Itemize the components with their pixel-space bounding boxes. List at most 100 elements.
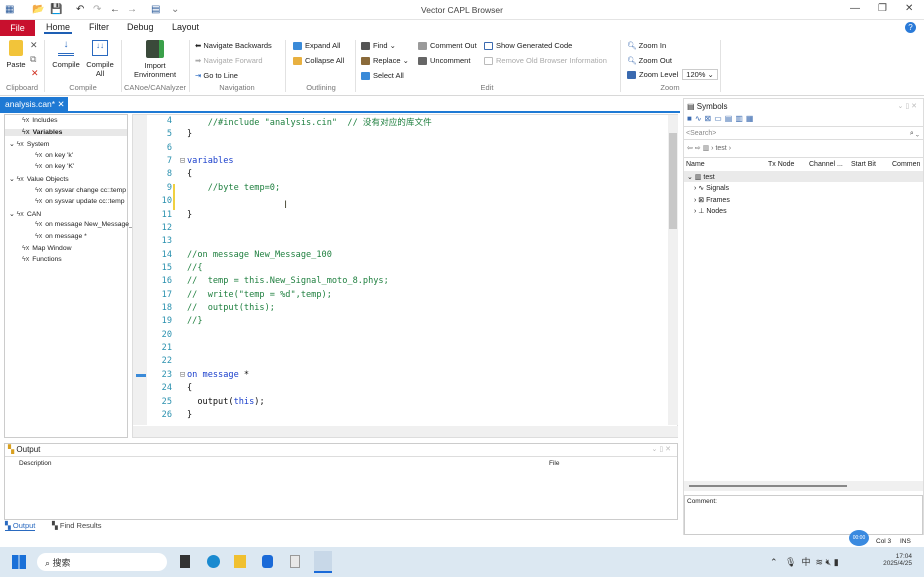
remove-old-info-button[interactable]: Remove Old Browser Information: [484, 56, 607, 66]
code-line: }: [187, 410, 192, 420]
column-description[interactable]: Description: [19, 460, 52, 467]
column-start-bit[interactable]: Start Bit: [851, 161, 876, 168]
show-generated-code-button[interactable]: Show Generated Code: [484, 41, 572, 51]
tree-signals[interactable]: › ∿ Signals: [694, 184, 729, 192]
column-file[interactable]: File: [549, 460, 559, 467]
edge-icon[interactable]: [207, 555, 220, 568]
group-navigation: Navigation: [219, 83, 255, 92]
outline-item[interactable]: ϟx Map Window: [22, 245, 72, 252]
paste-button[interactable]: Paste: [5, 40, 27, 69]
tree-nodes[interactable]: › ⊥ Nodes: [694, 207, 727, 215]
clock[interactable]: 17:04 2025/4/25: [883, 553, 912, 567]
expand-all-button[interactable]: Expand All: [293, 41, 340, 51]
symbols-h-scrollbar[interactable]: [684, 481, 923, 491]
expander-icon[interactable]: ⌄: [9, 176, 17, 183]
document-tab[interactable]: analysis.can* ✕: [0, 97, 68, 113]
import-environment-button[interactable]: Import Environment: [128, 40, 182, 79]
explorer-icon[interactable]: [234, 555, 246, 568]
navigate-forward-button[interactable]: ➡ Navigate Forward: [195, 56, 263, 65]
task-view-icon[interactable]: [180, 555, 190, 568]
tab-filter[interactable]: Filter: [87, 22, 111, 32]
find-results-tab[interactable]: ▚ Find Results: [52, 521, 102, 530]
taskbar-search[interactable]: ⌕ 搜索: [37, 553, 167, 571]
zoom-level-icon: [627, 71, 636, 80]
output-tab[interactable]: ▚ Output: [5, 521, 36, 531]
outline-item[interactable]: ⌄ ϟx System: [9, 140, 49, 148]
comment-out-button[interactable]: Comment Out: [418, 41, 477, 51]
replace-button[interactable]: Replace ⌄: [361, 56, 409, 66]
outline-item-label: System: [26, 141, 50, 149]
symbols-search-input[interactable]: <Search> ⌕ ⌄: [684, 126, 923, 140]
go-to-line-button[interactable]: ⇥ Go to Line: [195, 71, 238, 80]
group-edit: Edit: [480, 83, 494, 92]
zoom-level-select[interactable]: 120% ⌄: [682, 69, 718, 80]
code-token: variables: [187, 156, 234, 167]
column-comment[interactable]: Commen: [892, 161, 920, 168]
function-icon: ϟx: [16, 176, 24, 183]
help-icon[interactable]: ?: [905, 22, 916, 33]
outline-item-label: on key 'k': [45, 151, 74, 159]
window-title: Vector CAPL Browser: [421, 5, 503, 15]
find-button[interactable]: Find ⌄: [361, 41, 396, 51]
function-icon: ϟx: [22, 117, 30, 124]
code-line: // output(this);: [187, 303, 275, 313]
collapse-all-button[interactable]: Collapse All: [293, 56, 344, 66]
binoculars-icon[interactable]: ⌕ ⌄: [910, 130, 919, 138]
tab-home[interactable]: Home: [44, 22, 73, 34]
delete-icon[interactable]: ✕: [31, 68, 39, 79]
fold-icon[interactable]: ⊟: [177, 156, 185, 166]
capl-browser-taskbar-icon[interactable]: [314, 551, 332, 573]
file-menu[interactable]: File: [0, 20, 35, 36]
compile-all-button[interactable]: ↓↓ Compile All: [84, 40, 116, 78]
horizontal-scrollbar[interactable]: [133, 426, 678, 437]
scroll-thumb[interactable]: [669, 133, 677, 229]
tray-icons[interactable]: ⌃ 🎙︎ 中 ≋ 🔇︎ ▮: [770, 555, 839, 568]
outline-item[interactable]: ϟx on message *: [35, 233, 87, 240]
column-name[interactable]: Name: [686, 161, 705, 168]
outline-item[interactable]: ϟx on sysvar change cc::temp: [35, 187, 126, 194]
symbols-toolbar[interactable]: ■∿⊠▭▤▥▦: [687, 114, 756, 123]
select-all-button[interactable]: Select All: [361, 71, 404, 81]
output-panel-controls[interactable]: ⌄ ▯ ✕: [652, 445, 671, 453]
restore-button[interactable]: ❐: [878, 3, 887, 14]
start-icon[interactable]: [12, 555, 26, 569]
outline-item[interactable]: ϟx on sysvar update cc::temp: [35, 198, 125, 205]
cut-icon[interactable]: ✕: [30, 40, 38, 51]
zoom-in-icon: 🔍︎: [627, 41, 639, 50]
tree-frames[interactable]: › ⊠ Frames: [694, 196, 730, 204]
outline-item[interactable]: ϟx on key 'K': [35, 163, 74, 170]
panel-controls[interactable]: ⌄ ▯ ✕: [898, 102, 917, 110]
outline-item[interactable]: ⌄ ϟx Value Objects: [9, 175, 69, 183]
comment-box[interactable]: Comment:: [684, 495, 923, 535]
close-button[interactable]: ✕: [905, 3, 913, 14]
expander-icon[interactable]: ⌄: [9, 141, 17, 148]
tab-debug[interactable]: Debug: [125, 22, 156, 32]
column-tx-node[interactable]: Tx Node: [768, 161, 794, 168]
zoom-in-button[interactable]: 🔍︎ Zoom In: [627, 41, 666, 50]
code-editor[interactable]: 4 //#include "analysis.cin" // 没有对应的库文件 5…: [132, 114, 678, 438]
fold-icon[interactable]: ⊟: [177, 370, 185, 380]
tree-root-test[interactable]: ⌄ ▥ test: [687, 173, 715, 181]
expander-icon[interactable]: ⌄: [9, 211, 17, 218]
navigate-backwards-button[interactable]: ⬅ Navigate Backwards: [195, 41, 272, 50]
zoom-out-button[interactable]: 🔍︎ Zoom Out: [627, 56, 672, 65]
outline-item[interactable]: ϟx Variables: [5, 128, 127, 136]
close-tab-icon[interactable]: ✕: [57, 99, 64, 109]
tab-layout[interactable]: Layout: [170, 22, 201, 32]
copy-icon[interactable]: ⧉: [30, 54, 36, 65]
outline-item[interactable]: ϟx Functions: [22, 256, 62, 263]
ime-indicator[interactable]: 中: [801, 557, 810, 567]
outline-item[interactable]: ϟx on message New_Message_: [35, 221, 133, 228]
vertical-scrollbar[interactable]: [668, 115, 678, 425]
outline-item[interactable]: ϟx on key 'k': [35, 152, 73, 159]
compile-button[interactable]: ↓ Compile: [50, 40, 82, 70]
column-channel[interactable]: Channel ...: [809, 161, 843, 168]
breadcrumb-item[interactable]: test: [715, 145, 726, 152]
compile-all-icon: ↓↓: [92, 40, 108, 56]
app-icon-doc[interactable]: [290, 555, 300, 568]
app-icon-blue[interactable]: [262, 555, 273, 568]
outline-item[interactable]: ϟx Includes: [22, 117, 58, 124]
uncomment-button[interactable]: Uncomment: [418, 56, 470, 66]
minimize-button[interactable]: —: [850, 3, 860, 14]
outline-item[interactable]: ⌄ ϟx CAN: [9, 210, 41, 218]
